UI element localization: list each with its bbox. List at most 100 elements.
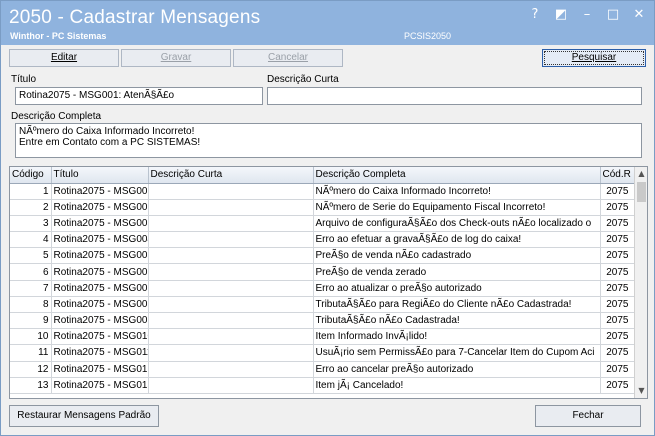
cell-cod-r[interactable]: 2075: [600, 231, 636, 249]
cell-titulo[interactable]: Rotina2075 - MSG005:: [51, 247, 149, 265]
cell-codigo[interactable]: 8: [10, 296, 52, 314]
help-icon[interactable]: ?: [528, 7, 542, 23]
vertical-scrollbar[interactable]: ▲ ▼: [634, 167, 647, 398]
table-row[interactable]: 8 Rotina2075 - MSG008: TributaÃ§Ã£o para R…: [10, 296, 636, 314]
cell-descricao-curta[interactable]: [148, 231, 314, 249]
cell-descricao-completa[interactable]: Arquivo de configuraÃ§Ã£o dos Check-outs…: [313, 215, 601, 233]
cell-titulo[interactable]: Rotina2075 - MSG006:: [51, 263, 149, 281]
gravar-button[interactable]: Gravar: [121, 49, 231, 67]
cell-cod-r[interactable]: 2075: [600, 199, 636, 216]
fechar-button[interactable]: Fechar: [535, 405, 641, 427]
cell-descricao-completa[interactable]: Item Informado InvÃ¡lido!: [313, 328, 601, 346]
cell-descricao-completa[interactable]: Erro ao efetuar a gravaÃ§Ã£o de log do c…: [313, 231, 601, 249]
table-row[interactable]: 12 Rotina2075 - MSG012: Erro ao cancelar p…: [10, 361, 636, 378]
table-row[interactable]: 13 Rotina2075 - MSG013: Item jÃ¡ Cancelado…: [10, 377, 636, 394]
cell-titulo[interactable]: Rotina2075 - MSG007:: [51, 280, 149, 297]
cell-descricao-completa[interactable]: TributaÃ§Ã£o para RegiÃ£o do Cliente nÃ£…: [313, 296, 601, 314]
descricao-completa-field[interactable]: NÃºmero do Caixa Informado Incorreto! En…: [15, 123, 642, 158]
table-row[interactable]: 10 Rotina2075 - MSG010: Item Informado Inv…: [10, 328, 636, 346]
cell-cod-r[interactable]: 2075: [600, 328, 636, 346]
table-row[interactable]: 6 Rotina2075 - MSG006: PreÃ§o de venda zer…: [10, 263, 636, 281]
table-row[interactable]: 9 Rotina2075 - MSG009: TributaÃ§Ã£o nÃ£o C…: [10, 312, 636, 330]
cell-cod-r[interactable]: 2075: [600, 296, 636, 314]
cell-codigo[interactable]: 7: [10, 280, 52, 297]
cell-descricao-completa[interactable]: Item jÃ¡ Cancelado!: [313, 377, 601, 394]
cell-titulo[interactable]: Rotina2075 - MSG003:: [51, 215, 149, 233]
cell-cod-r[interactable]: 2075: [600, 183, 636, 200]
cell-cod-r[interactable]: 2075: [600, 247, 636, 265]
cell-cod-r[interactable]: 2075: [600, 377, 636, 394]
cell-descricao-curta[interactable]: [148, 247, 314, 265]
col-header-codigo[interactable]: Código: [10, 167, 52, 184]
cell-descricao-curta[interactable]: [148, 296, 314, 314]
cell-descricao-completa[interactable]: NÃºmero de Serie do Equipamento Fiscal I…: [313, 199, 601, 216]
minimize-icon[interactable]: –: [580, 7, 594, 23]
col-header-titulo[interactable]: Título: [51, 167, 149, 184]
cell-codigo[interactable]: 2: [10, 199, 52, 216]
cell-titulo[interactable]: Rotina2075 - MSG013:: [51, 377, 149, 394]
cell-codigo[interactable]: 3: [10, 215, 52, 233]
cell-descricao-completa[interactable]: TributaÃ§Ã£o nÃ£o Cadastrada!: [313, 312, 601, 330]
cell-descricao-completa[interactable]: PreÃ§o de venda zerado: [313, 263, 601, 281]
table-row[interactable]: 11 Rotina2075 - MSG011: UsuÃ¡rio sem Permi…: [10, 344, 636, 362]
cell-cod-r[interactable]: 2075: [600, 361, 636, 378]
cell-descricao-completa[interactable]: Erro ao atualizar o preÃ§o autorizado: [313, 280, 601, 297]
cell-cod-r[interactable]: 2075: [600, 312, 636, 330]
col-header-cod-r[interactable]: Cód.R: [600, 167, 636, 184]
cell-descricao-curta[interactable]: [148, 377, 314, 394]
cell-descricao-curta[interactable]: [148, 263, 314, 281]
maximize-icon[interactable]: □: [606, 7, 620, 23]
cell-titulo[interactable]: Rotina2075 - MSG004:: [51, 231, 149, 249]
table-row[interactable]: 5 Rotina2075 - MSG005: PreÃ§o de venda nÃ£…: [10, 247, 636, 265]
cell-descricao-completa[interactable]: PreÃ§o de venda nÃ£o cadastrado: [313, 247, 601, 265]
cell-descricao-curta[interactable]: [148, 328, 314, 346]
table-row[interactable]: 7 Rotina2075 - MSG007: Erro ao atualizar o…: [10, 280, 636, 297]
table-row[interactable]: 4 Rotina2075 - MSG004: Erro ao efetuar a g…: [10, 231, 636, 249]
cell-titulo[interactable]: Rotina2075 - MSG011:: [51, 344, 149, 362]
titulo-field[interactable]: Rotina2075 - MSG001: AtenÃ§Ã£o: [15, 87, 263, 105]
cell-codigo[interactable]: 9: [10, 312, 52, 330]
cell-titulo[interactable]: Rotina2075 - MSG012:: [51, 361, 149, 378]
cell-cod-r[interactable]: 2075: [600, 263, 636, 281]
cell-descricao-completa[interactable]: UsuÃ¡rio sem PermissÃ£o para 7-Cancelar …: [313, 344, 601, 362]
cell-titulo[interactable]: Rotina2075 - MSG002:: [51, 199, 149, 216]
table-row[interactable]: 3 Rotina2075 - MSG003: Arquivo de configur…: [10, 215, 636, 233]
cell-descricao-curta[interactable]: [148, 361, 314, 378]
cell-cod-r[interactable]: 2075: [600, 344, 636, 362]
cell-titulo[interactable]: Rotina2075 - MSG008:: [51, 296, 149, 314]
cell-descricao-curta[interactable]: [148, 344, 314, 362]
close-icon[interactable]: ✕: [632, 7, 646, 23]
cell-cod-r[interactable]: 2075: [600, 280, 636, 297]
cell-codigo[interactable]: 5: [10, 247, 52, 265]
cell-descricao-completa[interactable]: Erro ao cancelar preÃ§o autorizado: [313, 361, 601, 378]
cell-codigo[interactable]: 6: [10, 263, 52, 281]
cell-codigo[interactable]: 12: [10, 361, 52, 378]
table-row[interactable]: 2 Rotina2075 - MSG002: NÃºmero de Serie do…: [10, 199, 636, 216]
cell-codigo[interactable]: 13: [10, 377, 52, 394]
table-row[interactable]: 1 Rotina2075 - MSG001: NÃºmero do Caixa In…: [10, 183, 636, 200]
col-header-descricao-completa[interactable]: Descrição Completa: [313, 167, 601, 184]
scroll-down-icon[interactable]: ▼: [635, 384, 647, 398]
cell-descricao-curta[interactable]: [148, 280, 314, 297]
cell-codigo[interactable]: 11: [10, 344, 52, 362]
cell-titulo[interactable]: Rotina2075 - MSG010:: [51, 328, 149, 346]
cell-codigo[interactable]: 10: [10, 328, 52, 346]
restore-icon[interactable]: ◩: [554, 7, 568, 23]
cell-titulo[interactable]: Rotina2075 - MSG001:: [51, 183, 149, 200]
cell-codigo[interactable]: 1: [10, 183, 52, 200]
cell-descricao-curta[interactable]: [148, 199, 314, 216]
cancelar-button[interactable]: Cancelar: [233, 49, 343, 67]
pesquisar-button[interactable]: Pesquisar: [542, 49, 646, 67]
editar-button[interactable]: Editar: [9, 49, 119, 67]
scroll-up-icon[interactable]: ▲: [635, 167, 647, 181]
scroll-thumb[interactable]: [637, 182, 646, 202]
cell-codigo[interactable]: 4: [10, 231, 52, 249]
cell-descricao-curta[interactable]: [148, 215, 314, 233]
cell-titulo[interactable]: Rotina2075 - MSG009:: [51, 312, 149, 330]
descricao-curta-field[interactable]: [267, 87, 642, 105]
cell-cod-r[interactable]: 2075: [600, 215, 636, 233]
col-header-descricao-curta[interactable]: Descrição Curta: [148, 167, 314, 184]
cell-descricao-curta[interactable]: [148, 312, 314, 330]
restaurar-mensagens-button[interactable]: Restaurar Mensagens Padrão: [9, 405, 159, 427]
cell-descricao-curta[interactable]: [148, 183, 314, 200]
